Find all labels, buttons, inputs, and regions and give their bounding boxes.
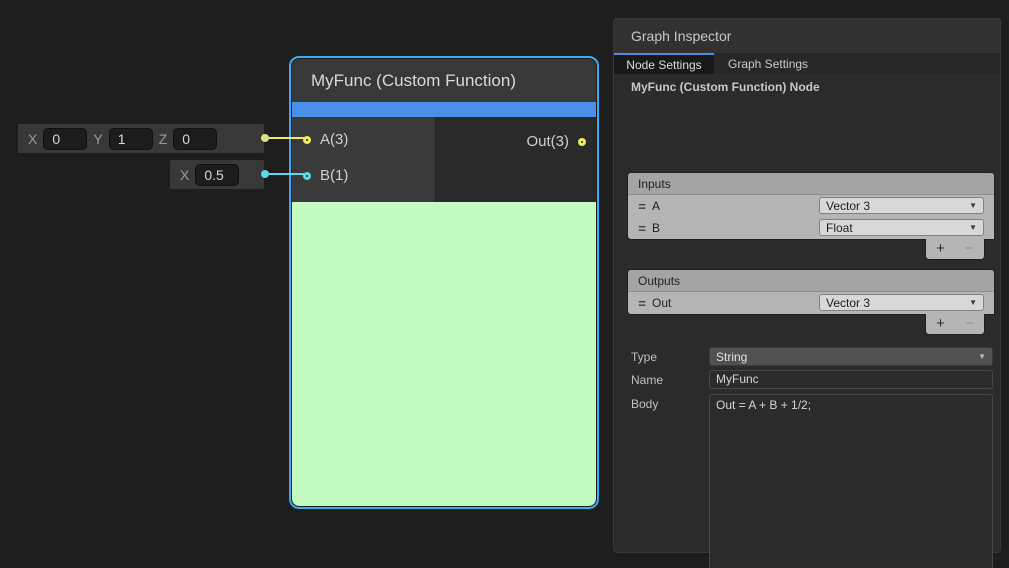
z-field-label: Z bbox=[159, 131, 168, 147]
reorder-handle-icon[interactable]: = bbox=[634, 221, 650, 236]
vector3-inline-widget: X 0 Y 1 Z 0 bbox=[18, 124, 264, 153]
inputs-section: Inputs = A Vector 3 ▼ = B Float ▼ bbox=[628, 173, 994, 239]
x-field-label: X bbox=[28, 131, 37, 147]
vector3-connector-dot-icon[interactable] bbox=[261, 134, 269, 142]
shader-graph-workspace: X 0 Y 1 Z 0 X 0.5 MyFunc (Custom Functio… bbox=[0, 0, 1009, 568]
chevron-down-icon: ▼ bbox=[969, 298, 977, 307]
add-input-button[interactable]: + bbox=[936, 240, 945, 258]
outputs-add-remove-strip: + − bbox=[926, 314, 984, 334]
remove-input-button[interactable]: − bbox=[965, 240, 974, 258]
chevron-down-icon: ▼ bbox=[978, 352, 986, 361]
node-input-port-section bbox=[292, 117, 436, 202]
custom-function-node[interactable]: MyFunc (Custom Function) A(3) B(1) Out(3… bbox=[289, 56, 599, 509]
float-inline-widget: X 0.5 bbox=[170, 160, 264, 189]
function-name-input[interactable]: MyFunc bbox=[709, 370, 993, 389]
reorder-handle-icon[interactable]: = bbox=[634, 199, 650, 214]
chevron-down-icon: ▼ bbox=[969, 201, 977, 210]
input-b-type-dropdown[interactable]: Float ▼ bbox=[819, 219, 984, 236]
output-row-out: = Out Vector 3 ▼ bbox=[628, 292, 994, 314]
outputs-section: Outputs = Out Vector 3 ▼ bbox=[628, 270, 994, 314]
x-value-field[interactable]: 0 bbox=[43, 128, 87, 150]
output-out-type-value: Vector 3 bbox=[826, 296, 870, 310]
z-value-field[interactable]: 0 bbox=[173, 128, 217, 150]
tab-graph-settings[interactable]: Graph Settings bbox=[714, 53, 822, 74]
graph-inspector-panel: Graph Inspector Node Settings Graph Sett… bbox=[613, 18, 1001, 553]
float-connector-dot-icon[interactable] bbox=[261, 170, 269, 178]
function-body-textarea[interactable]: Out = A + B + 1/2; bbox=[709, 394, 993, 568]
inspector-content: MyFunc (Custom Function) Node Inputs = A… bbox=[614, 74, 1000, 552]
name-field-label: Name bbox=[631, 373, 663, 387]
node-title[interactable]: MyFunc (Custom Function) bbox=[292, 59, 596, 102]
node-preview-area bbox=[292, 202, 596, 506]
input-a-name: A bbox=[652, 199, 660, 213]
output-out-name: Out bbox=[652, 296, 671, 310]
inputs-section-title: Inputs bbox=[628, 173, 994, 195]
type-field-label: Type bbox=[631, 350, 657, 364]
type-dropdown-value: String bbox=[716, 350, 747, 364]
port-row-b: B(1) bbox=[303, 167, 348, 184]
input-a-type-dropdown[interactable]: Vector 3 ▼ bbox=[819, 197, 984, 214]
input-row-b: = B Float ▼ bbox=[628, 217, 994, 239]
output-out-type-dropdown[interactable]: Vector 3 ▼ bbox=[819, 294, 984, 311]
y-field-label: Y bbox=[93, 131, 102, 147]
selected-node-heading: MyFunc (Custom Function) Node bbox=[631, 80, 820, 94]
port-b-label: B(1) bbox=[320, 167, 348, 184]
wire-b-float[interactable] bbox=[265, 173, 310, 175]
wire-a-vector3[interactable] bbox=[265, 137, 310, 139]
remove-output-button[interactable]: − bbox=[965, 315, 974, 333]
port-row-out: Out(3) bbox=[526, 133, 586, 150]
y-value-field[interactable]: 1 bbox=[109, 128, 153, 150]
port-out-icon[interactable] bbox=[578, 138, 586, 146]
inputs-add-remove-strip: + − bbox=[926, 239, 984, 259]
x-field-label: X bbox=[180, 167, 189, 183]
input-a-type-value: Vector 3 bbox=[826, 199, 870, 213]
port-out-label: Out(3) bbox=[526, 133, 569, 150]
inspector-tab-bar: Node Settings Graph Settings bbox=[614, 53, 1000, 74]
port-row-a: A(3) bbox=[303, 131, 348, 148]
type-dropdown[interactable]: String ▼ bbox=[709, 347, 993, 366]
input-b-type-value: Float bbox=[826, 221, 853, 235]
node-port-area: A(3) B(1) Out(3) bbox=[292, 117, 596, 202]
input-row-a: = A Vector 3 ▼ bbox=[628, 195, 994, 217]
tab-node-settings[interactable]: Node Settings bbox=[614, 53, 714, 74]
inspector-title[interactable]: Graph Inspector bbox=[614, 19, 1000, 53]
float-value-field[interactable]: 0.5 bbox=[195, 164, 239, 186]
input-b-name: B bbox=[652, 221, 660, 235]
add-output-button[interactable]: + bbox=[936, 315, 945, 333]
reorder-handle-icon[interactable]: = bbox=[634, 296, 650, 311]
node-body: MyFunc (Custom Function) A(3) B(1) Out(3… bbox=[292, 59, 596, 506]
port-a-label: A(3) bbox=[320, 131, 348, 148]
node-color-bar bbox=[292, 102, 596, 117]
outputs-section-title: Outputs bbox=[628, 270, 994, 292]
body-field-label: Body bbox=[631, 397, 658, 411]
chevron-down-icon: ▼ bbox=[969, 223, 977, 232]
